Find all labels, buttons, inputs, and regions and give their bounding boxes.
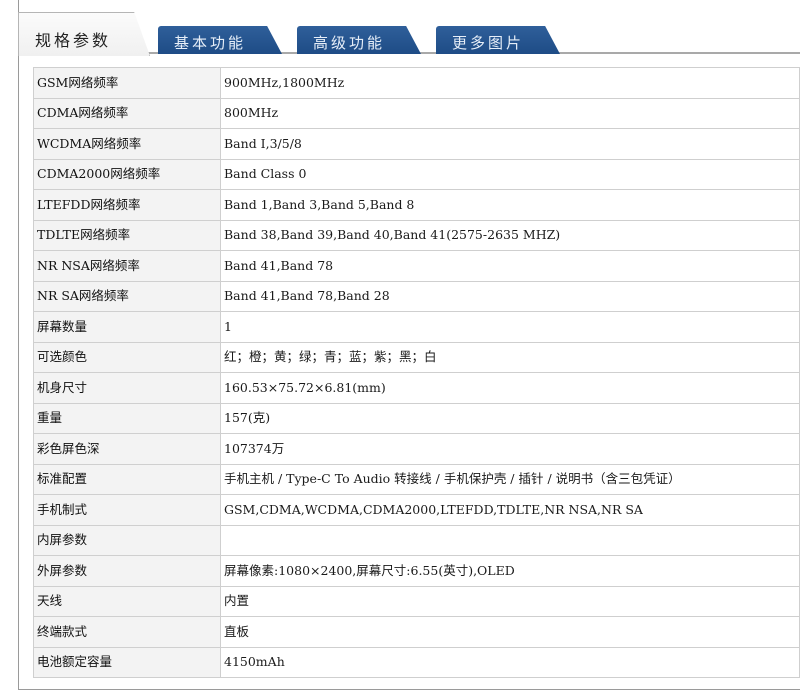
spec-value: Band 41,Band 78: [220, 250, 800, 282]
spec-value: 160.53×75.72×6.81(mm): [220, 372, 800, 404]
table-row: 内屏参数: [33, 524, 800, 556]
spec-value: Band Class 0: [220, 158, 800, 190]
tab-specs[interactable]: 规格参数: [18, 12, 150, 56]
spec-label: 重量: [33, 402, 221, 434]
table-row: 天线 内置: [33, 585, 800, 617]
spec-label: 屏幕数量: [33, 311, 221, 343]
tab-specs-label: 规格参数: [35, 31, 112, 50]
spec-table: GSM网络频率 900MHz,1800MHz CDMA网络频率 800MHz WCDMA…: [33, 67, 800, 678]
spec-value: 4150mAh: [220, 646, 800, 678]
table-row: LTEFDD网络频率 Band 1,Band 3,Band 5,Band 8: [33, 189, 800, 221]
table-row: 终端款式 直板: [33, 616, 800, 648]
table-row: 可选颜色 红；橙；黄；绿；青；蓝；紫；黑；白: [33, 341, 800, 373]
table-row: 手机制式 GSM,CDMA,WCDMA,CDMA2000,LTEFDD,TDLTE…: [33, 494, 800, 526]
spec-value: [220, 524, 800, 556]
spec-label: 电池额定容量: [33, 646, 221, 678]
tab-advanced-functions-label: 高级功能: [313, 34, 386, 52]
tab-more-images[interactable]: 更多图片: [436, 26, 560, 54]
spec-value: 157(克): [220, 402, 800, 434]
spec-value: Band 38,Band 39,Band 40,Band 41(2575-263…: [220, 219, 800, 251]
spec-value: 红；橙；黄；绿；青；蓝；紫；黑；白: [220, 341, 800, 373]
spec-label: CDMA2000网络频率: [33, 158, 221, 190]
spec-label: 标准配置: [33, 463, 221, 495]
spec-label: 彩色屏色深: [33, 433, 221, 465]
spec-label: 可选颜色: [33, 341, 221, 373]
spec-value: Band 41,Band 78,Band 28: [220, 280, 800, 312]
spec-value: 800MHz: [220, 97, 800, 129]
table-row: CDMA2000网络频率 Band Class 0: [33, 158, 800, 190]
spec-value: 900MHz,1800MHz: [220, 67, 800, 99]
spec-label: 机身尺寸: [33, 372, 221, 404]
spec-value: GSM,CDMA,WCDMA,CDMA2000,LTEFDD,TDLTE,NR …: [220, 494, 800, 526]
table-row: 屏幕数量 1: [33, 311, 800, 343]
spec-label: NR SA网络频率: [33, 280, 221, 312]
tab-basic-functions-label: 基本功能: [174, 34, 247, 52]
table-row: 外屏参数 屏幕像素:1080×2400,屏幕尺寸:6.55(英寸),OLED: [33, 555, 800, 587]
spec-value: 1: [220, 311, 800, 343]
spec-value: 内置: [220, 585, 800, 617]
tab-basic-functions[interactable]: 基本功能: [158, 26, 282, 54]
spec-value: Band Ⅰ,3/5/8: [220, 128, 800, 160]
table-row: NR SA网络频率 Band 41,Band 78,Band 28: [33, 280, 800, 312]
table-row: NR NSA网络频率 Band 41,Band 78: [33, 250, 800, 282]
spec-label: TDLTE网络频率: [33, 219, 221, 251]
tab-advanced-functions[interactable]: 高级功能: [297, 26, 421, 54]
table-row: WCDMA网络频率 Band Ⅰ,3/5/8: [33, 128, 800, 160]
table-row: 电池额定容量 4150mAh: [33, 646, 800, 678]
spec-value: 屏幕像素:1080×2400,屏幕尺寸:6.55(英寸),OLED: [220, 555, 800, 587]
spec-label: 终端款式: [33, 616, 221, 648]
spec-label: LTEFDD网络频率: [33, 189, 221, 221]
tab-bar: 规格参数 基本功能 高级功能 更多图片: [18, 8, 800, 56]
spec-value: 107374万: [220, 433, 800, 465]
spec-label: 天线: [33, 585, 221, 617]
table-row: GSM网络频率 900MHz,1800MHz: [33, 67, 800, 99]
spec-value: Band 1,Band 3,Band 5,Band 8: [220, 189, 800, 221]
spec-label: 手机制式: [33, 494, 221, 526]
table-row: TDLTE网络频率 Band 38,Band 39,Band 40,Band 41…: [33, 219, 800, 251]
table-row: 重量 157(克): [33, 402, 800, 434]
spec-label: NR NSA网络频率: [33, 250, 221, 282]
spec-label: 内屏参数: [33, 524, 221, 556]
table-row: CDMA网络频率 800MHz: [33, 97, 800, 129]
spec-value: 手机主机 / Type-C To Audio 转接线 / 手机保护壳 / 插针 …: [220, 463, 800, 495]
table-row: 机身尺寸 160.53×75.72×6.81(mm): [33, 372, 800, 404]
table-row: 标准配置 手机主机 / Type-C To Audio 转接线 / 手机保护壳 /…: [33, 463, 800, 495]
spec-value: 直板: [220, 616, 800, 648]
spec-table-body: GSM网络频率 900MHz,1800MHz CDMA网络频率 800MHz WCDMA…: [33, 67, 800, 678]
tab-more-images-label: 更多图片: [452, 34, 525, 52]
table-row: 彩色屏色深 107374万: [33, 433, 800, 465]
spec-label: CDMA网络频率: [33, 97, 221, 129]
spec-label: 外屏参数: [33, 555, 221, 587]
spec-label: GSM网络频率: [33, 67, 221, 99]
spec-label: WCDMA网络频率: [33, 128, 221, 160]
